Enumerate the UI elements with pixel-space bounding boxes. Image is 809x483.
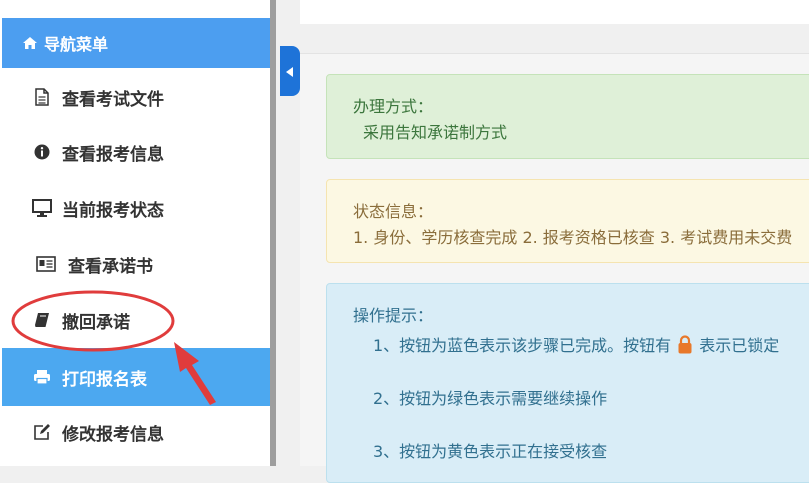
operation-tips-alert: 操作提示： 1、按钮为蓝色表示该步骤已完成。按钮有 表示已锁定 2、按钮为绿色表示… bbox=[326, 283, 809, 483]
status-info-alert: 状态信息： 1. 身份、学历核查完成 2. 报考资格已核查 3. 考试费用未交费 bbox=[326, 179, 809, 263]
operation-tips-title: 操作提示： bbox=[353, 306, 434, 325]
processing-method-body: 采用告知承诺制方式 bbox=[363, 123, 508, 142]
sidebar-item-label: 当前报考状态 bbox=[62, 200, 164, 221]
edit-icon bbox=[32, 422, 52, 442]
sidebar-item-exam-info[interactable]: 查看报考信息 bbox=[2, 125, 270, 179]
sidebar-item-view-pledge[interactable]: 查看承诺书 bbox=[2, 237, 270, 291]
sidebar-item-current-status[interactable]: 当前报考状态 bbox=[2, 181, 270, 235]
sidebar-item-label: 查看承诺书 bbox=[68, 256, 153, 277]
nav-menu-header[interactable]: 导航菜单 bbox=[2, 18, 270, 68]
sidebar-item-label: 查看考试文件 bbox=[62, 89, 164, 110]
operation-tip-1-suffix: 表示已锁定 bbox=[699, 336, 780, 355]
sidebar-item-print-form[interactable]: 打印报名表 bbox=[2, 348, 270, 406]
lock-icon bbox=[677, 335, 693, 358]
operation-tip-1-text: 1、按钮为蓝色表示该步骤已完成。按钮有 bbox=[373, 336, 672, 355]
sidebar-item-edit-info[interactable]: 修改报考信息 bbox=[2, 405, 270, 459]
operation-tip-3: 3、按钮为黄色表示正在接受核查 bbox=[373, 442, 608, 461]
sidebar-item-withdraw-pledge[interactable]: 撤回承诺 bbox=[2, 293, 270, 347]
file-icon bbox=[32, 87, 52, 107]
status-info-body: 1. 身份、学历核查完成 2. 报考资格已核查 3. 考试费用未交费 bbox=[353, 228, 793, 247]
home-icon bbox=[22, 35, 38, 51]
top-bar bbox=[300, 0, 809, 24]
sidebar-collapse-toggle[interactable] bbox=[280, 46, 300, 96]
caret-left-icon bbox=[286, 62, 294, 81]
sidebar-item-label: 撤回承诺 bbox=[62, 312, 130, 333]
processing-method-title: 办理方式： bbox=[353, 97, 434, 116]
sidebar-item-label: 修改报考信息 bbox=[62, 424, 164, 445]
info-circle-icon bbox=[32, 142, 52, 162]
printer-icon bbox=[32, 367, 52, 387]
monitor-icon bbox=[32, 198, 52, 218]
operation-tip-1: 1、按钮为蓝色表示该步骤已完成。按钮有 表示已锁定 bbox=[373, 332, 779, 358]
processing-method-alert: 办理方式： 采用告知承诺制方式 bbox=[326, 74, 809, 159]
status-info-title: 状态信息： bbox=[353, 202, 434, 221]
operation-tip-2: 2、按钮为绿色表示需要继续操作 bbox=[373, 389, 608, 408]
sidebar-item-label: 打印报名表 bbox=[62, 369, 147, 390]
sidebar-border bbox=[270, 0, 276, 466]
sidebar-item-exam-files[interactable]: 查看考试文件 bbox=[2, 70, 270, 124]
book-icon bbox=[32, 310, 52, 330]
nav-menu-header-label: 导航菜单 bbox=[44, 35, 109, 54]
id-card-icon bbox=[36, 254, 56, 274]
sidebar-item-label: 查看报考信息 bbox=[62, 144, 164, 165]
